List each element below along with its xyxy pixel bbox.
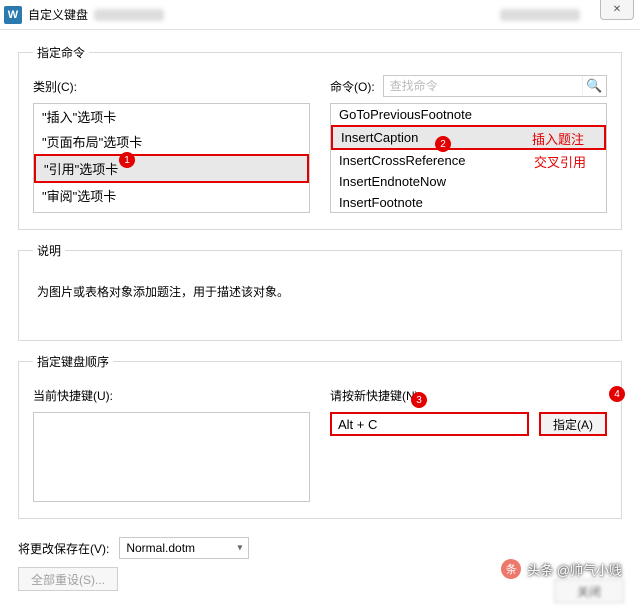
- blur-decor: [94, 9, 164, 21]
- current-hotkey-box[interactable]: [33, 412, 310, 502]
- dialog-footer: 关闭: [554, 579, 624, 603]
- command-listbox[interactable]: GoToPreviousFootnote InsertCaption 插入题注 …: [330, 103, 607, 213]
- close-button-label: 关闭: [577, 583, 601, 600]
- badge-1: 1: [119, 152, 135, 168]
- search-icon[interactable]: 🔍: [582, 76, 606, 96]
- command-label: 命令(O):: [330, 78, 375, 95]
- dialog-body: 指定命令 类别(C): "插入"选项卡 "页面布局"选项卡 "引用"选项卡 "审…: [0, 30, 640, 601]
- watermark-icon: 条: [501, 559, 521, 579]
- reset-all-label: 全部重设(S)...: [31, 571, 105, 588]
- list-item[interactable]: "审阅"选项卡: [34, 183, 309, 208]
- search-input[interactable]: [384, 76, 582, 96]
- assign-button[interactable]: 指定(A): [539, 412, 607, 436]
- list-item-label: InsertCaption: [341, 130, 418, 145]
- list-item[interactable]: InsertCrossReference 交叉引用: [331, 150, 606, 171]
- annotation-text: 交叉引用: [534, 152, 586, 171]
- window-title: 自定义键盘: [28, 6, 88, 23]
- section-keyboard-sequence: 指定键盘顺序 当前快捷键(U): 请按新快捷键(N): Alt + C 指定(A…: [18, 353, 622, 519]
- save-in-value: Normal.dotm: [126, 541, 195, 555]
- list-item-label: InsertCrossReference: [339, 153, 465, 168]
- list-item[interactable]: "插入"选项卡: [34, 104, 309, 129]
- section-description: 说明 为图片或表格对象添加题注，用于描述该对象。: [18, 242, 622, 341]
- save-in-label: 将更改保存在(V):: [18, 540, 109, 557]
- annotation-text: 插入题注: [532, 129, 584, 148]
- list-item[interactable]: "引用"选项卡: [34, 154, 309, 183]
- list-item[interactable]: GoToPreviousFootnote: [331, 104, 606, 125]
- new-hotkey-value: Alt + C: [338, 417, 377, 432]
- watermark: 条 头条 @帅气小贱: [501, 559, 622, 579]
- section-specify-command: 指定命令 类别(C): "插入"选项卡 "页面布局"选项卡 "引用"选项卡 "审…: [18, 44, 622, 230]
- badge-2: 2: [435, 136, 451, 152]
- badge-3: 3: [411, 392, 427, 408]
- close-icon: ✕: [613, 4, 621, 15]
- new-hotkey-label: 请按新快捷键(N):: [330, 387, 422, 404]
- current-hotkey-column: 当前快捷键(U):: [33, 384, 310, 502]
- list-item[interactable]: InsertEndnoteNow: [331, 171, 606, 192]
- section-legend: 指定键盘顺序: [33, 353, 113, 370]
- new-hotkey-column: 请按新快捷键(N): Alt + C 指定(A): [330, 384, 607, 502]
- section-legend: 说明: [33, 242, 65, 259]
- blur-decor: [500, 9, 580, 21]
- watermark-text: 头条 @帅气小贱: [527, 560, 622, 579]
- save-in-select[interactable]: Normal.dotm: [119, 537, 249, 559]
- category-label: 类别(C):: [33, 78, 77, 95]
- command-column: 命令(O): 🔍 GoToPreviousFootnote InsertCapt…: [330, 75, 607, 213]
- titlebar: W 自定义键盘 ✕: [0, 0, 640, 30]
- badge-4: 4: [609, 386, 625, 402]
- dialog-close-button[interactable]: 关闭: [554, 579, 624, 603]
- section-legend: 指定命令: [33, 44, 89, 61]
- list-item[interactable]: "视图"选项卡: [34, 208, 309, 213]
- description-text: 为图片或表格对象添加题注，用于描述该对象。: [33, 273, 607, 324]
- search-wrap: 🔍: [383, 75, 607, 97]
- list-item-label: "引用"选项卡: [44, 162, 118, 177]
- category-column: 类别(C): "插入"选项卡 "页面布局"选项卡 "引用"选项卡 "审阅"选项卡…: [33, 75, 310, 213]
- category-listbox[interactable]: "插入"选项卡 "页面布局"选项卡 "引用"选项卡 "审阅"选项卡 "视图"选项…: [33, 103, 310, 213]
- reset-all-button[interactable]: 全部重设(S)...: [18, 567, 118, 591]
- list-item[interactable]: InsertFootnote: [331, 192, 606, 213]
- assign-button-label: 指定(A): [553, 416, 593, 433]
- bottom-row: 将更改保存在(V): Normal.dotm: [18, 531, 622, 559]
- app-icon: W: [4, 6, 22, 24]
- list-item[interactable]: InsertCaption 插入题注: [331, 125, 606, 150]
- list-item[interactable]: "页面布局"选项卡: [34, 129, 309, 154]
- close-button[interactable]: ✕: [600, 0, 634, 20]
- new-hotkey-input[interactable]: Alt + C: [330, 412, 529, 436]
- current-hotkey-label: 当前快捷键(U):: [33, 387, 113, 404]
